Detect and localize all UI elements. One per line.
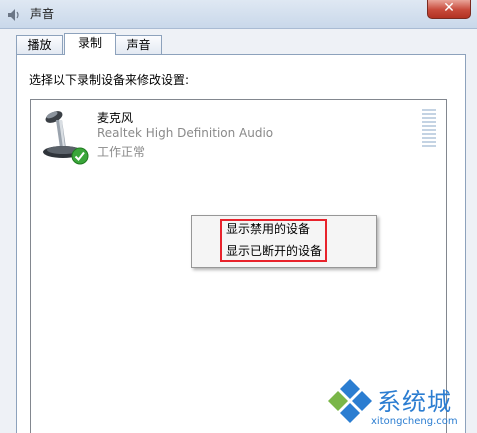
device-name: 麦克风: [97, 111, 134, 125]
menu-item-show-disabled[interactable]: 显示禁用的设备: [226, 220, 310, 238]
tab-sounds[interactable]: 声音: [115, 35, 162, 54]
watermark-text: 系统城: [377, 388, 452, 416]
device-description: Realtek High Definition Audio: [97, 126, 274, 140]
speaker-icon: [8, 9, 19, 21]
context-menu: 显示禁用的设备 显示已断开的设备: [191, 215, 377, 268]
menu-item-show-disconnected[interactable]: 显示已断开的设备: [226, 242, 322, 260]
level-meter: [422, 109, 436, 149]
tab-playback[interactable]: 播放: [16, 35, 63, 54]
tab-recording[interactable]: 录制: [64, 33, 116, 55]
watermark: 系统城 xitongcheng.com: [325, 374, 477, 433]
watermark-url: xitongcheng.com: [371, 416, 458, 427]
window-title: 声音: [30, 7, 55, 21]
sound-dialog: 声音 ✕ 播放 录制 声音 选择以下录制设备来修改设置: 麦克风 Realtek…: [0, 0, 477, 433]
device-status: 工作正常: [97, 145, 146, 159]
checkmark-icon: [71, 147, 89, 165]
title-bar[interactable]: 声音 ✕: [0, 0, 477, 29]
close-button[interactable]: ✕: [427, 0, 471, 19]
instruction-text: 选择以下录制设备来修改设置:: [29, 73, 190, 87]
list-item[interactable]: 麦克风 Realtek High Definition Audio 工作正常: [31, 100, 446, 170]
watermark-logo-icon: [328, 379, 372, 423]
